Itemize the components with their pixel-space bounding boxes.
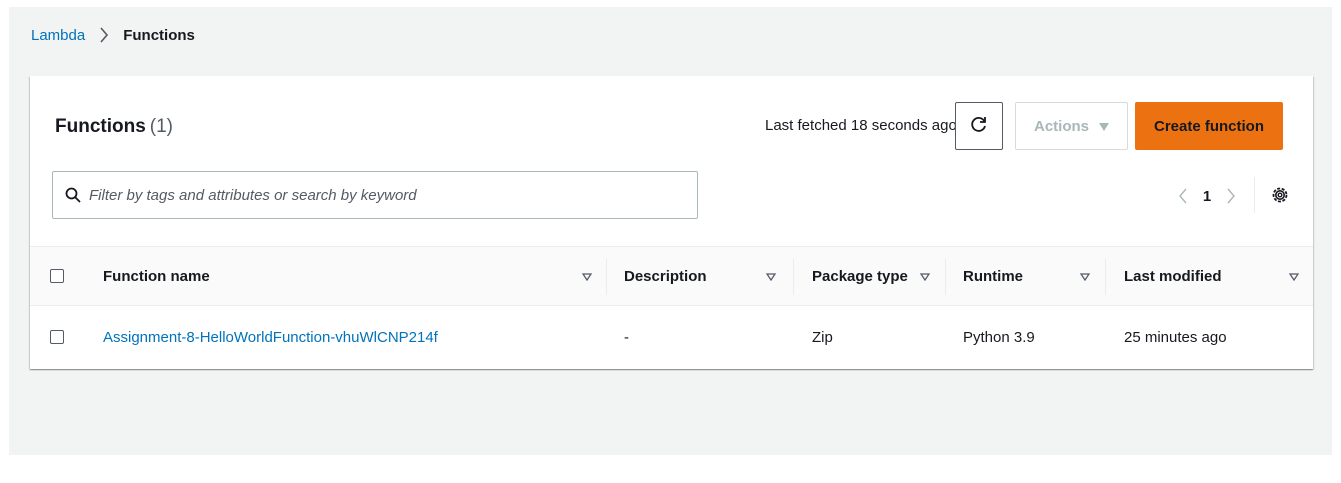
select-all-checkbox[interactable] (50, 269, 64, 283)
sort-icon[interactable] (1077, 269, 1093, 285)
column-divider (606, 259, 607, 295)
last-modified-cell: 25 minutes ago (1124, 328, 1227, 346)
page-number[interactable]: 1 (1193, 188, 1221, 205)
runtime-cell: Python 3.9 (963, 328, 1035, 346)
column-header-package-type[interactable]: Package type (812, 247, 908, 305)
refresh-icon (970, 115, 988, 138)
sort-icon[interactable] (1286, 269, 1302, 285)
refresh-button[interactable] (955, 102, 1003, 150)
functions-panel: Functions (1) Last fetched 18 seconds ag… (30, 76, 1313, 369)
caret-down-icon (1099, 118, 1109, 135)
column-divider (1105, 259, 1106, 295)
column-header-last-modified[interactable]: Last modified (1124, 247, 1222, 305)
chevron-right-icon (93, 24, 115, 46)
breadcrumb: Lambda Functions (31, 24, 195, 46)
divider (1254, 177, 1255, 213)
breadcrumb-lambda-link[interactable]: Lambda (31, 27, 85, 44)
table-row: Assignment-8-HelloWorldFunction-vhuWlCNP… (30, 306, 1313, 368)
description-cell: - (624, 328, 629, 346)
functions-table: Function name Description Package type R… (30, 246, 1313, 368)
package-type-cell: Zip (812, 328, 833, 346)
sort-icon[interactable] (917, 269, 933, 285)
function-name-link[interactable]: Assignment-8-HelloWorldFunction-vhuWlCNP… (103, 306, 438, 368)
function-count: (1) (149, 116, 174, 137)
sort-icon[interactable] (763, 269, 779, 285)
column-header-function-name[interactable]: Function name (103, 247, 210, 305)
row-select-cell (50, 306, 64, 368)
create-function-button[interactable]: Create function (1135, 102, 1283, 150)
settings-gear-icon[interactable] (1270, 185, 1290, 205)
actions-button[interactable]: Actions (1015, 102, 1128, 150)
column-header-description[interactable]: Description (624, 247, 707, 305)
column-divider (793, 259, 794, 295)
chevron-left-icon[interactable] (1173, 188, 1193, 204)
search-field[interactable] (52, 171, 698, 219)
table-header: Function name Description Package type R… (30, 246, 1313, 306)
column-header-runtime[interactable]: Runtime (963, 247, 1023, 305)
actions-label: Actions (1033, 117, 1089, 135)
breadcrumb-current: Functions (123, 26, 195, 44)
search-input[interactable] (89, 186, 697, 204)
page-title: Functions (55, 116, 146, 137)
panel-header: Functions (1) (55, 116, 173, 138)
last-fetched-text: Last fetched 18 seconds ago (765, 117, 957, 134)
page-background: Lambda Functions Functions (1) Last fetc… (9, 7, 1332, 455)
pagination: 1 (1173, 184, 1241, 208)
select-all-cell (50, 247, 64, 305)
sort-icon[interactable] (579, 269, 595, 285)
column-divider (945, 259, 946, 295)
row-checkbox[interactable] (50, 330, 64, 344)
search-icon (57, 187, 89, 203)
chevron-right-icon[interactable] (1221, 188, 1241, 204)
